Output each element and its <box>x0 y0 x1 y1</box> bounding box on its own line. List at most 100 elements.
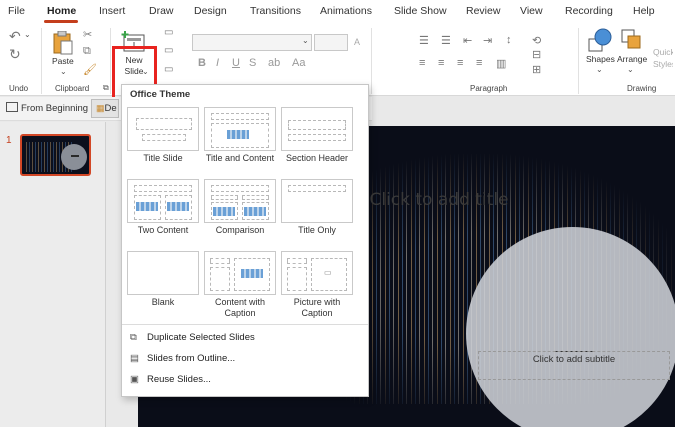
from-beginning-button[interactable]: From Beginning <box>6 102 88 114</box>
quick-styles-label[interactable]: Quick Styles <box>653 46 673 70</box>
undo-icon[interactable]: ↶ <box>9 28 21 45</box>
align-left-icon[interactable]: ≡ <box>419 57 425 69</box>
tab-help[interactable]: Help <box>633 5 655 17</box>
shapes-dropdown-icon[interactable]: ⌄ <box>596 65 603 74</box>
align-center-icon[interactable]: ≡ <box>438 57 444 69</box>
align-right-icon[interactable]: ≡ <box>457 57 463 69</box>
tab-home[interactable]: Home <box>47 5 76 17</box>
tab-insert[interactable]: Insert <box>99 5 125 17</box>
title-bar-outline <box>211 185 269 192</box>
placeholder-outline <box>211 195 238 200</box>
bold-icon[interactable]: B <box>198 57 206 69</box>
duplicate-icon: ⧉ <box>130 332 137 343</box>
decorative-circle <box>466 227 675 427</box>
strikethrough-icon[interactable]: S <box>249 57 256 69</box>
placeholder-outline <box>210 258 230 264</box>
ribbon-tab-bar: File Home Insert Draw Design Transitions… <box>0 0 675 24</box>
slide-number: 1 <box>6 135 12 146</box>
layout-thumbnail: ▭ <box>281 251 353 295</box>
group-divider <box>578 28 579 94</box>
numbering-icon[interactable]: ☰ <box>441 34 451 47</box>
thumbnail-circle <box>61 144 87 170</box>
text-direction-icon[interactable]: ⟲ <box>532 34 541 47</box>
shapes-icon <box>588 28 612 52</box>
arrange-dropdown-icon[interactable]: ⌄ <box>627 65 634 74</box>
cut-icon[interactable]: ✂ <box>83 28 92 41</box>
font-size-box[interactable] <box>314 34 348 51</box>
change-case-icon[interactable]: Aa <box>292 57 305 69</box>
content-icons <box>227 130 249 139</box>
font-name-box[interactable] <box>192 34 312 51</box>
title-bar-outline <box>288 185 346 192</box>
designer-button[interactable]: ▦De <box>91 99 119 118</box>
tab-draw[interactable]: Draw <box>149 5 174 17</box>
content-icons <box>213 207 235 216</box>
reuse-slides-item[interactable]: ▣ Reuse Slides... <box>130 374 211 385</box>
columns-icon[interactable]: ▥ <box>496 57 506 70</box>
tab-review[interactable]: Review <box>466 5 500 17</box>
duplicate-selected-slides-item[interactable]: ⧉ Duplicate Selected Slides <box>130 332 255 343</box>
paste-button[interactable] <box>53 30 73 55</box>
group-label-drawing: Drawing <box>627 84 657 93</box>
layout-icon[interactable]: ▭ <box>164 27 173 38</box>
arrange-button[interactable] <box>620 28 644 54</box>
placeholder-outline <box>210 267 230 291</box>
layout-label: Picture with Caption <box>293 297 341 318</box>
bullets-icon[interactable]: ☰ <box>419 34 429 47</box>
tab-transitions[interactable]: Transitions <box>250 5 301 17</box>
group-divider <box>41 28 42 94</box>
undo-dropdown-icon[interactable]: ⌄ <box>24 30 31 39</box>
redo-icon[interactable]: ↻ <box>9 46 21 63</box>
char-spacing-icon[interactable]: ab <box>268 57 280 69</box>
tab-view[interactable]: View <box>520 5 543 17</box>
picture-icon: ▭ <box>324 268 332 277</box>
layout-label: Content with Caption <box>214 297 266 318</box>
layout-thumbnail <box>127 251 199 295</box>
layout-thumbnail <box>204 107 276 151</box>
italic-icon[interactable]: I <box>216 57 219 69</box>
shapes-button[interactable] <box>586 28 614 54</box>
layout-thumbnail <box>127 107 199 151</box>
increase-font-icon[interactable]: A <box>354 37 360 47</box>
smartart-icon[interactable]: ⊞ <box>532 63 541 76</box>
subtitle-placeholder[interactable]: Click to add subtitle <box>478 351 670 380</box>
line-spacing-icon[interactable]: ↕ <box>506 34 512 46</box>
tab-file[interactable]: File <box>8 5 25 17</box>
arrange-icon <box>621 29 641 49</box>
format-painter-icon[interactable]: 🖌 <box>83 63 97 76</box>
play-slideshow-icon <box>6 102 18 112</box>
increase-indent-icon[interactable]: ⇥ <box>483 34 492 47</box>
tab-slide-show[interactable]: Slide Show <box>394 5 447 17</box>
underline-icon[interactable]: U <box>232 57 240 69</box>
tab-recording[interactable]: Recording <box>565 5 613 17</box>
layout-label: Comparison <box>215 225 265 235</box>
dialog-launcher-icon[interactable]: ⧉ <box>103 83 109 93</box>
font-name-dropdown-icon[interactable]: ⌄ <box>302 36 309 45</box>
placeholder-outline <box>287 258 307 264</box>
shapes-label[interactable]: Shapes <box>586 54 615 64</box>
layout-thumbnail <box>127 179 199 223</box>
tab-animations[interactable]: Animations <box>320 5 372 17</box>
title-placeholder[interactable]: Click to add title <box>345 190 533 210</box>
layout-thumbnail <box>204 179 276 223</box>
decrease-indent-icon[interactable]: ⇤ <box>463 34 472 47</box>
menu-label: Reuse Slides... <box>147 374 211 385</box>
gallery-header: Office Theme <box>130 89 191 100</box>
group-label-undo: Undo <box>9 84 29 93</box>
designer-icon: ▦ <box>96 103 105 113</box>
slides-from-outline-item[interactable]: ▤ Slides from Outline... <box>130 353 235 364</box>
arrange-label[interactable]: Arrange <box>617 54 647 64</box>
placeholder-outline <box>288 120 346 130</box>
copy-icon[interactable]: ⧉ <box>83 45 91 58</box>
section-icon[interactable]: ▭ <box>164 64 173 75</box>
placeholder-outline <box>242 195 269 200</box>
justify-icon[interactable]: ≡ <box>476 57 482 69</box>
slide-thumbnail[interactable] <box>20 134 91 176</box>
tab-design[interactable]: Design <box>194 5 227 17</box>
paste-label[interactable]: Paste <box>52 56 74 66</box>
paste-dropdown-icon[interactable]: ⌄ <box>60 67 67 76</box>
group-label-clipboard: Clipboard <box>55 84 90 93</box>
group-label-paragraph: Paragraph <box>470 84 508 93</box>
reset-icon[interactable]: ▭ <box>164 45 173 56</box>
align-text-icon[interactable]: ⊟ <box>532 48 541 61</box>
